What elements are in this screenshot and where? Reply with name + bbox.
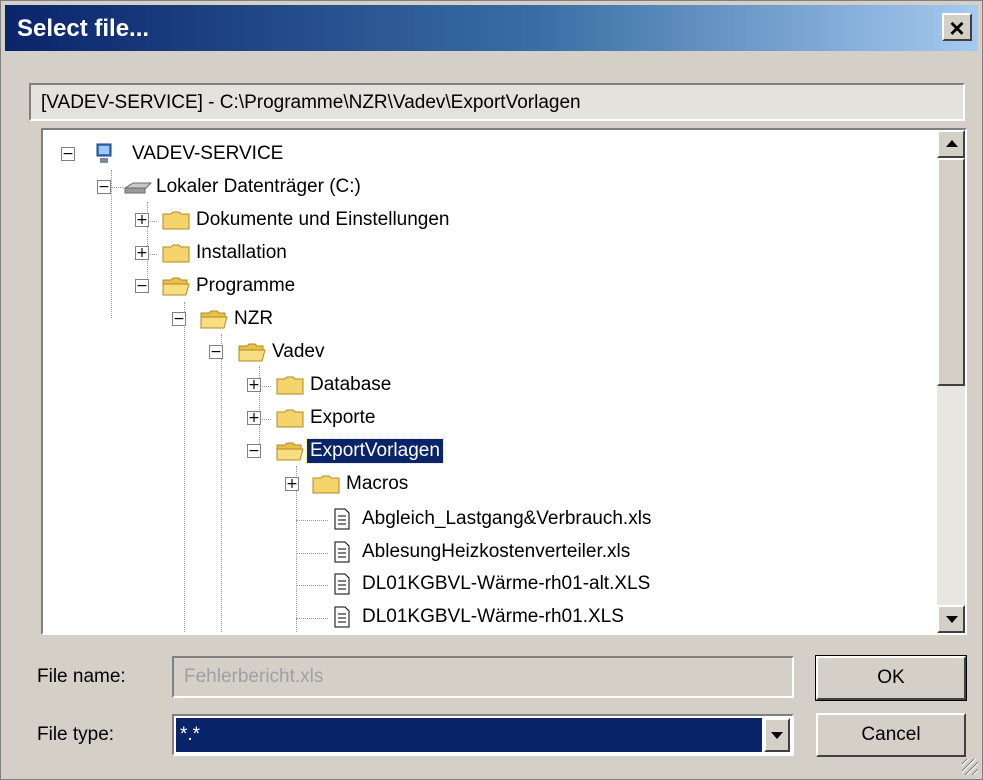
file-icon xyxy=(334,508,350,530)
arrow-up-icon xyxy=(946,140,958,147)
expand-icon[interactable]: + xyxy=(135,245,149,261)
file-type-label: File type: xyxy=(37,724,115,745)
title-bar[interactable]: Select file... × xyxy=(5,5,978,51)
resize-grip-icon[interactable] xyxy=(962,759,978,775)
folder-icon xyxy=(276,409,304,428)
arrow-down-icon xyxy=(946,616,958,623)
file-icon xyxy=(334,541,350,563)
tree-label: Vadev xyxy=(272,341,325,362)
computer-icon xyxy=(96,143,112,163)
scroll-down-button[interactable] xyxy=(937,605,965,633)
ok-button[interactable]: OK xyxy=(815,655,967,701)
scroll-up-button[interactable] xyxy=(937,130,965,158)
expand-icon[interactable]: + xyxy=(247,410,261,426)
tree-label: Programme xyxy=(196,275,296,296)
vertical-scrollbar[interactable] xyxy=(937,130,965,633)
collapse-icon[interactable]: − xyxy=(135,278,149,294)
path-text: [VADEV-SERVICE] - C:\Programme\NZR\Vadev… xyxy=(41,92,581,113)
close-icon: × xyxy=(949,13,965,43)
tree-label: Lokaler Datenträger (C:) xyxy=(156,176,361,197)
tree-label: DL01KGBVL-Wärme-rh01.XLS xyxy=(362,606,624,627)
close-button[interactable]: × xyxy=(942,13,972,43)
file-name-label: File name: xyxy=(37,666,126,687)
collapse-icon[interactable]: − xyxy=(97,179,111,195)
file-icon xyxy=(334,573,350,595)
expand-icon[interactable]: + xyxy=(247,377,261,393)
tree-label: VADEV-SERVICE xyxy=(132,143,284,164)
chevron-down-icon xyxy=(771,732,783,739)
scrollbar-thumb[interactable] xyxy=(937,158,965,386)
collapse-icon[interactable]: − xyxy=(172,311,186,327)
path-display: [VADEV-SERVICE] - C:\Programme\NZR\Vadev… xyxy=(29,83,965,121)
open-folder-icon xyxy=(276,442,304,461)
folder-icon xyxy=(162,244,190,263)
tree-label-selected: ExportVorlagen xyxy=(306,438,444,464)
tree-label: NZR xyxy=(234,308,274,329)
window-title: Select file... xyxy=(17,15,150,42)
collapse-icon[interactable]: − xyxy=(209,344,223,360)
tree-label: Exporte xyxy=(310,407,376,428)
tree-label: Installation xyxy=(196,242,287,263)
file-type-value: *.* xyxy=(176,718,762,752)
file-type-select[interactable]: *.* xyxy=(172,714,794,756)
folder-icon xyxy=(312,475,340,494)
file-icon xyxy=(334,606,350,628)
expand-icon[interactable]: + xyxy=(135,212,149,228)
tree-label: Macros xyxy=(346,473,409,494)
tree-label: Dokumente und Einstellungen xyxy=(196,209,450,230)
open-folder-icon xyxy=(238,343,266,362)
folder-icon xyxy=(276,376,304,395)
open-folder-icon xyxy=(200,310,228,329)
folder-icon xyxy=(162,211,190,230)
open-folder-icon xyxy=(162,277,190,296)
file-name-field[interactable]: Fehlerbericht.xls xyxy=(172,656,794,698)
expand-icon[interactable]: + xyxy=(285,476,299,492)
tree-label: DL01KGBVL-Wärme-rh01-alt.XLS xyxy=(362,573,651,594)
cancel-button[interactable]: Cancel xyxy=(816,713,966,757)
collapse-icon[interactable]: − xyxy=(61,146,75,162)
select-file-dialog: Select file... × [VADEV-SERVICE] - C:\Pr… xyxy=(0,0,983,780)
drive-icon xyxy=(123,182,153,194)
collapse-icon[interactable]: − xyxy=(247,443,261,459)
tree-label: Database xyxy=(310,374,392,395)
tree-label: Abgleich_Lastgang&Verbrauch.xls xyxy=(362,508,652,529)
folder-tree[interactable]: − VADEV-SERVICE − Lokaler Datenträger (C… xyxy=(41,128,967,635)
file-type-dropdown-button[interactable] xyxy=(764,718,790,752)
tree-label: AblesungHeizkostenverteiler.xls xyxy=(362,541,631,562)
